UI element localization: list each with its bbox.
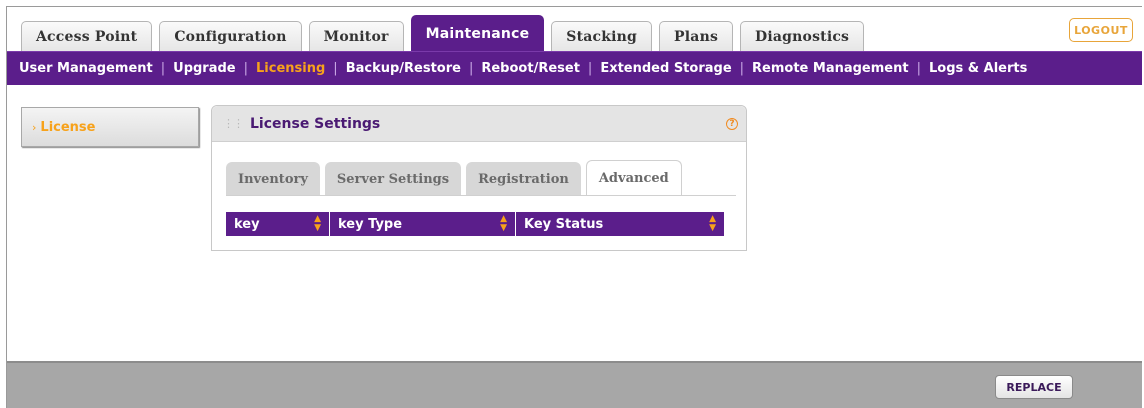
top-nav-tabs: Access Point Configuration Monitor Maint… bbox=[21, 15, 871, 51]
subnav-reboot-reset[interactable]: Reboot/Reset bbox=[481, 61, 580, 76]
subnav-separator: | bbox=[333, 61, 338, 76]
license-table-header: key ▲ ▼ key Type ▲ ▼ Key Status ▲ ▼ bbox=[226, 212, 724, 236]
tab-inventory[interactable]: Inventory bbox=[226, 162, 320, 196]
sort-arrows-icon: ▲ ▼ bbox=[500, 214, 507, 233]
subnav-separator: | bbox=[468, 61, 474, 76]
panel-title: License Settings bbox=[250, 115, 381, 132]
subnav-licensing[interactable]: Licensing bbox=[256, 61, 325, 76]
tab-label: Diagnostics bbox=[755, 28, 850, 45]
chevron-right-icon: › bbox=[32, 120, 37, 134]
column-header-key-status[interactable]: Key Status ▲ ▼ bbox=[516, 212, 724, 236]
subnav-separator: | bbox=[160, 61, 166, 76]
tab-maintenance[interactable]: Maintenance bbox=[410, 15, 545, 51]
license-settings-panel: ⋮⋮ License Settings ? Inventory Server S… bbox=[211, 105, 747, 251]
app-frame: Access Point Configuration Monitor Maint… bbox=[6, 6, 1142, 408]
license-tabs: Inventory Server Settings Registration A… bbox=[226, 160, 687, 196]
column-label: key bbox=[234, 216, 260, 232]
tab-label: Maintenance bbox=[425, 25, 530, 42]
subnav-extended-storage[interactable]: Extended Storage bbox=[600, 61, 731, 76]
sidebar-item-label: License bbox=[40, 119, 96, 135]
tab-divider bbox=[226, 195, 736, 196]
tab-access-point[interactable]: Access Point bbox=[21, 21, 153, 51]
tab-registration[interactable]: Registration bbox=[466, 162, 581, 196]
footer-bar: REPLACE bbox=[7, 361, 1142, 408]
subnav-user-management[interactable]: User Management bbox=[19, 61, 153, 76]
sort-arrows-icon: ▲ ▼ bbox=[709, 214, 716, 233]
tab-label: Monitor bbox=[323, 28, 389, 45]
tab-label: Stacking bbox=[566, 28, 638, 45]
sidebar-item-license[interactable]: › License bbox=[21, 107, 199, 147]
tab-monitor[interactable]: Monitor bbox=[308, 21, 404, 51]
panel-header: ⋮⋮ License Settings ? bbox=[212, 106, 746, 142]
subnav-separator: | bbox=[243, 61, 249, 76]
column-label: Key Status bbox=[524, 216, 604, 232]
subnav-logs-alerts[interactable]: Logs & Alerts bbox=[929, 61, 1027, 76]
logout-button[interactable]: LOGOUT bbox=[1069, 18, 1133, 42]
subnav-separator: | bbox=[739, 61, 745, 76]
subnav-separator: | bbox=[916, 61, 921, 76]
column-header-key-type[interactable]: key Type ▲ ▼ bbox=[330, 212, 516, 236]
tab-configuration[interactable]: Configuration bbox=[159, 21, 302, 51]
subnav-remote-management[interactable]: Remote Management bbox=[752, 61, 909, 76]
drag-handle-icon: ⋮⋮ bbox=[223, 117, 244, 130]
tab-label: Configuration bbox=[174, 28, 287, 45]
tab-server-settings[interactable]: Server Settings bbox=[324, 162, 462, 196]
sort-arrows-icon: ▲ ▼ bbox=[314, 214, 321, 233]
help-icon[interactable]: ? bbox=[726, 118, 738, 130]
sub-navigation: User Management | Upgrade | Licensing | … bbox=[7, 51, 1142, 85]
column-header-key[interactable]: key ▲ ▼ bbox=[226, 212, 330, 236]
tab-stacking[interactable]: Stacking bbox=[551, 21, 653, 51]
tab-label: Plans bbox=[674, 28, 719, 45]
tab-advanced[interactable]: Advanced bbox=[585, 160, 682, 196]
tab-label: Access Point bbox=[36, 28, 138, 45]
replace-button[interactable]: REPLACE bbox=[995, 375, 1073, 399]
tab-plans[interactable]: Plans bbox=[659, 21, 734, 51]
subnav-upgrade[interactable]: Upgrade bbox=[173, 61, 235, 76]
subnav-separator: | bbox=[587, 61, 593, 76]
tab-diagnostics[interactable]: Diagnostics bbox=[740, 21, 865, 51]
column-label: key Type bbox=[338, 216, 403, 232]
subnav-backup-restore[interactable]: Backup/Restore bbox=[346, 61, 461, 76]
